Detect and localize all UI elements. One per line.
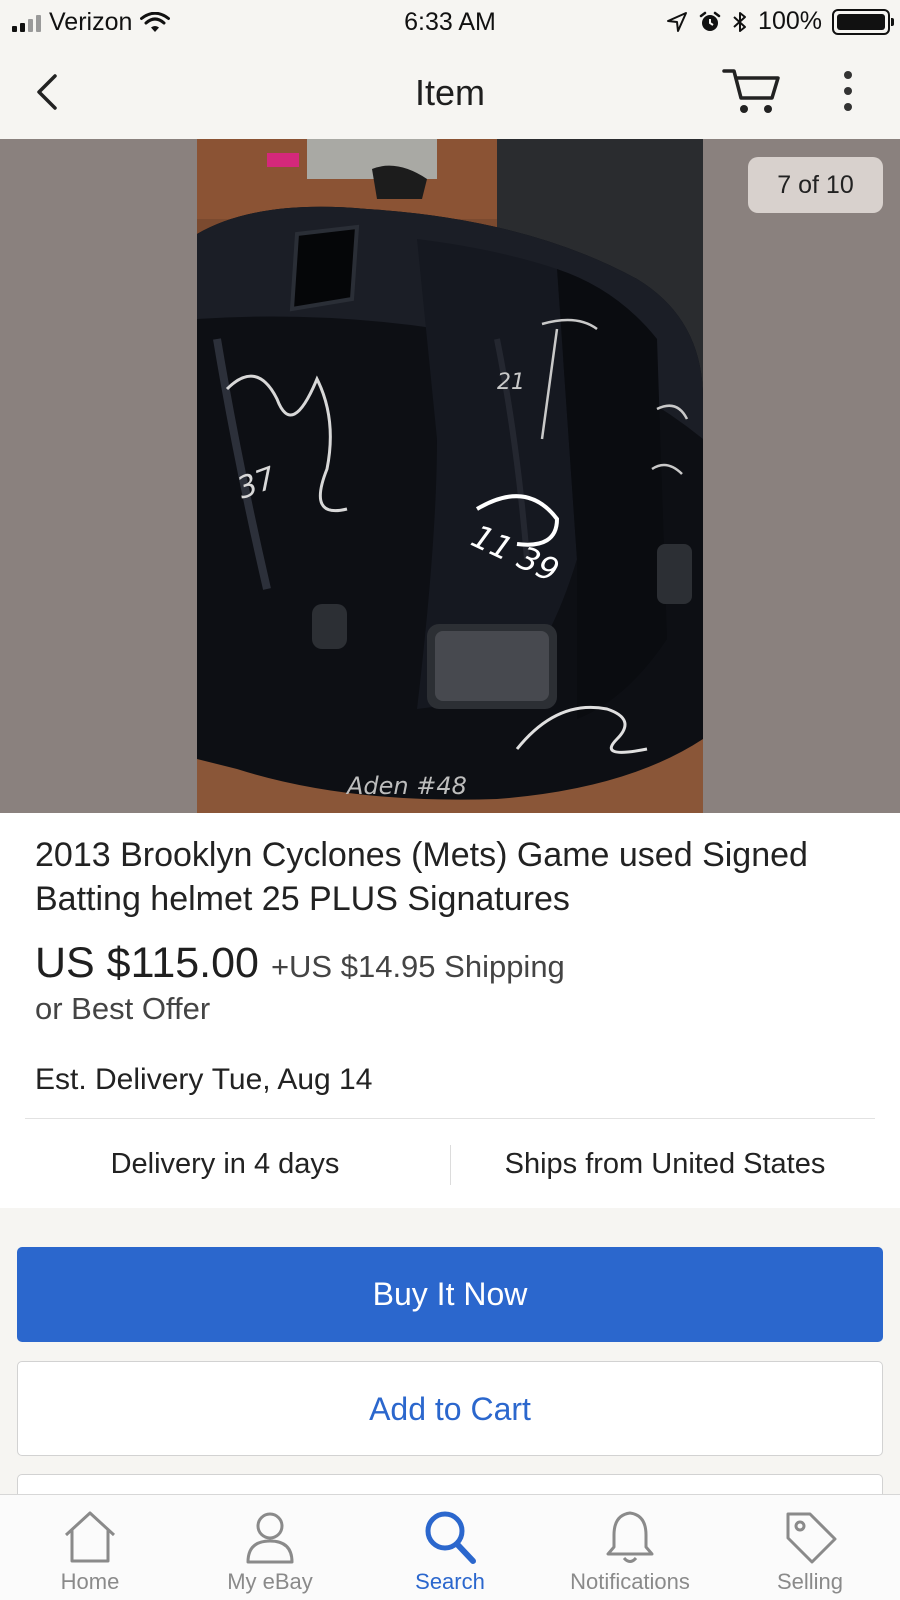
bluetooth-icon xyxy=(733,11,747,32)
tab-bar: Home My eBay Search Notifications Sellin… xyxy=(0,1494,900,1600)
best-offer-text: or Best Offer xyxy=(35,991,211,1026)
battery-icon xyxy=(832,8,894,35)
add-to-cart-button[interactable]: Add to Cart xyxy=(17,1361,883,1456)
signature-text: 21 xyxy=(497,370,525,395)
tag-icon xyxy=(786,1512,837,1564)
tab-home[interactable]: Home xyxy=(0,1495,180,1600)
tab-notifications[interactable]: Notifications xyxy=(540,1495,720,1600)
signature-text: Aden #48 xyxy=(345,772,467,800)
photo-counter-badge: 7 of 10 xyxy=(748,157,883,213)
battery-percent: 100% xyxy=(758,7,822,35)
tab-label: Selling xyxy=(776,1569,844,1594)
tab-label: Notifications xyxy=(570,1569,690,1594)
home-icon xyxy=(64,1511,116,1563)
person-icon xyxy=(246,1512,294,1564)
delivery-days: Delivery in 4 days xyxy=(110,1148,340,1180)
estimated-delivery: Est. Delivery Tue, Aug 14 xyxy=(35,1063,372,1097)
item-title: 2013 Brooklyn Cyclones (Mets) Game used … xyxy=(35,836,808,918)
item-photo-gallery[interactable]: 37 11 39 21 Aden #48 7 of 10 xyxy=(0,139,900,813)
est-delivery-label: Est. Delivery xyxy=(35,1063,204,1096)
tab-label: Search xyxy=(415,1569,485,1594)
tab-my-ebay[interactable]: My eBay xyxy=(180,1495,360,1600)
ships-from: Ships from United States xyxy=(504,1148,826,1180)
nav-bar: Item xyxy=(0,44,900,139)
buy-it-now-button[interactable]: Buy It Now xyxy=(17,1247,883,1342)
item-details: 2013 Brooklyn Cyclones (Mets) Game used … xyxy=(0,813,900,1208)
tab-label: My eBay xyxy=(227,1569,313,1594)
search-icon xyxy=(425,1511,476,1564)
bell-icon xyxy=(606,1511,654,1563)
tab-label: Home xyxy=(60,1569,120,1594)
tab-selling[interactable]: Selling xyxy=(720,1495,900,1600)
shipping-cost: +US $14.95 Shipping xyxy=(270,949,565,984)
item-photo[interactable]: 37 11 39 21 Aden #48 xyxy=(197,139,703,813)
alarm-icon xyxy=(699,11,721,31)
price-row: US $115.00 +US $14.95 Shipping xyxy=(35,939,565,988)
shipping-info-row: Delivery in 4 days Ships from United Sta… xyxy=(0,1119,900,1209)
est-delivery-date: Tue, Aug 14 xyxy=(211,1063,373,1096)
more-options-icon[interactable] xyxy=(838,70,858,112)
location-arrow-icon xyxy=(667,11,688,32)
tab-search[interactable]: Search xyxy=(360,1495,540,1600)
status-bar: Verizon 6:33 AM 100% xyxy=(0,0,900,44)
status-right: 100% xyxy=(666,7,894,36)
item-price: US $115.00 xyxy=(35,939,259,987)
cart-icon[interactable] xyxy=(722,66,782,116)
